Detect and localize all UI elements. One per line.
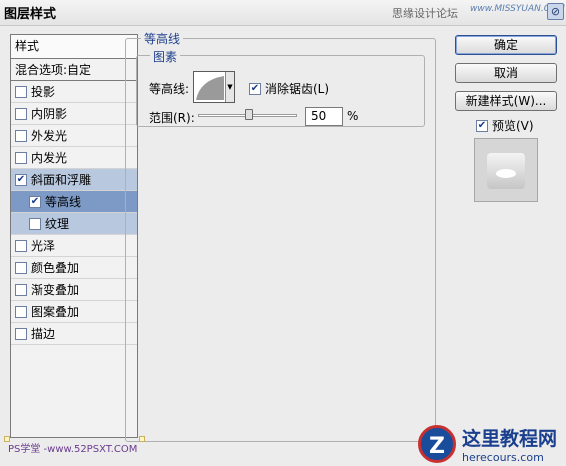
styles-header[interactable]: 样式 (11, 35, 137, 59)
preview-highlight (496, 169, 516, 178)
preview-swatch (487, 153, 525, 189)
style-item[interactable]: 描边 (11, 323, 137, 345)
style-item[interactable]: 颜色叠加 (11, 257, 137, 279)
style-item[interactable]: 纹理 (11, 213, 137, 235)
preview-label: 预览(V) (492, 119, 534, 133)
watermark-top: 思缘设计论坛 (392, 7, 458, 20)
site-url: herecours.com (462, 451, 544, 464)
close-button[interactable]: ⊘ (547, 3, 564, 20)
ok-button[interactable]: 确定 (455, 35, 557, 55)
range-label: 范围(R): (149, 111, 195, 125)
styles-list: 样式 混合选项:自定 投影内阴影外发光内发光 ✔ 斜面和浮雕 ✔ 等高线纹理光泽颜色叠加… (10, 34, 138, 438)
site-title: 这里教程网 (462, 428, 558, 450)
style-item-label: 等高线 (45, 194, 82, 209)
style-item-label: 外发光 (31, 128, 68, 143)
range-unit: % (347, 109, 359, 123)
style-item-checkbox[interactable] (15, 239, 27, 252)
preview-toggle[interactable]: ✔ 预览(V) (476, 117, 534, 134)
style-item[interactable]: 内阴影 (11, 103, 137, 125)
elements-group-title: 图素 (150, 48, 181, 65)
style-item-checkbox[interactable]: ✔ (29, 195, 41, 208)
style-item[interactable]: 外发光 (11, 125, 137, 147)
style-item-checkbox[interactable] (15, 85, 27, 98)
style-item[interactable]: 内发光 (11, 147, 137, 169)
style-item-label: 颜色叠加 (31, 260, 80, 275)
style-item-checkbox[interactable] (15, 327, 27, 340)
style-item-checkbox[interactable] (15, 261, 27, 274)
preview-checkbox[interactable]: ✔ (476, 119, 488, 132)
style-item-label: 斜面和浮雕 (31, 172, 92, 187)
style-item-checkbox[interactable] (15, 283, 27, 296)
range-slider-thumb[interactable] (244, 109, 253, 120)
watermark-bottom-left: PS学堂 -www.52PSXT.COM (8, 444, 138, 455)
contour-group-title: 等高线 (141, 30, 184, 47)
style-item[interactable]: 光泽 (11, 235, 137, 257)
close-icon: ⊘ (550, 5, 561, 18)
style-item-label: 投影 (31, 84, 56, 99)
style-item-checkbox[interactable] (29, 217, 41, 230)
watermark-site: Z 这里教程网 herecours.com (418, 424, 557, 464)
style-item-label: 描边 (31, 326, 56, 341)
antialias-checkbox[interactable]: ✔ (249, 82, 261, 95)
contour-label: 等高线: (149, 82, 190, 96)
style-item-label: 光泽 (31, 238, 56, 253)
style-item-label: 纹理 (45, 216, 70, 231)
style-item[interactable]: ✔ 斜面和浮雕 (11, 169, 137, 191)
contour-curve-icon (196, 76, 224, 100)
style-item-label: 渐变叠加 (31, 282, 80, 297)
new-style-button[interactable]: 新建样式(W)... (455, 91, 557, 111)
style-item-checkbox[interactable] (15, 129, 27, 142)
style-item[interactable]: 投影 (11, 81, 137, 103)
style-item-checkbox[interactable] (15, 305, 27, 318)
range-slider[interactable] (198, 109, 297, 120)
style-item-label: 内发光 (31, 150, 68, 165)
style-item-checkbox[interactable] (15, 151, 27, 164)
dialog-title: 图层样式 (4, 7, 57, 22)
style-item[interactable]: 图案叠加 (11, 301, 137, 323)
chevron-down-icon[interactable]: ▼ (225, 72, 234, 102)
contour-picker[interactable]: ▼ (193, 71, 235, 103)
site-logo-icon: Z (418, 425, 456, 463)
title-bar: 图层样式 思缘设计论坛 www.MISSYUAN.COM ⊘ (0, 0, 566, 26)
style-item-checkbox[interactable] (15, 107, 27, 120)
antialias-toggle[interactable]: ✔ 消除锯齿(L) (249, 80, 329, 97)
style-item[interactable]: ✔ 等高线 (11, 191, 137, 213)
style-item-label: 图案叠加 (31, 304, 80, 319)
style-item[interactable]: 渐变叠加 (11, 279, 137, 301)
style-item-checkbox[interactable]: ✔ (15, 173, 27, 186)
range-input[interactable]: 50 (305, 107, 343, 126)
corner-marker (139, 436, 145, 442)
antialias-label: 消除锯齿(L) (265, 82, 330, 96)
blend-options-item[interactable]: 混合选项:自定 (11, 59, 137, 81)
style-item-label: 内阴影 (31, 106, 68, 121)
style-preview (474, 138, 538, 202)
cancel-button[interactable]: 取消 (455, 63, 557, 83)
